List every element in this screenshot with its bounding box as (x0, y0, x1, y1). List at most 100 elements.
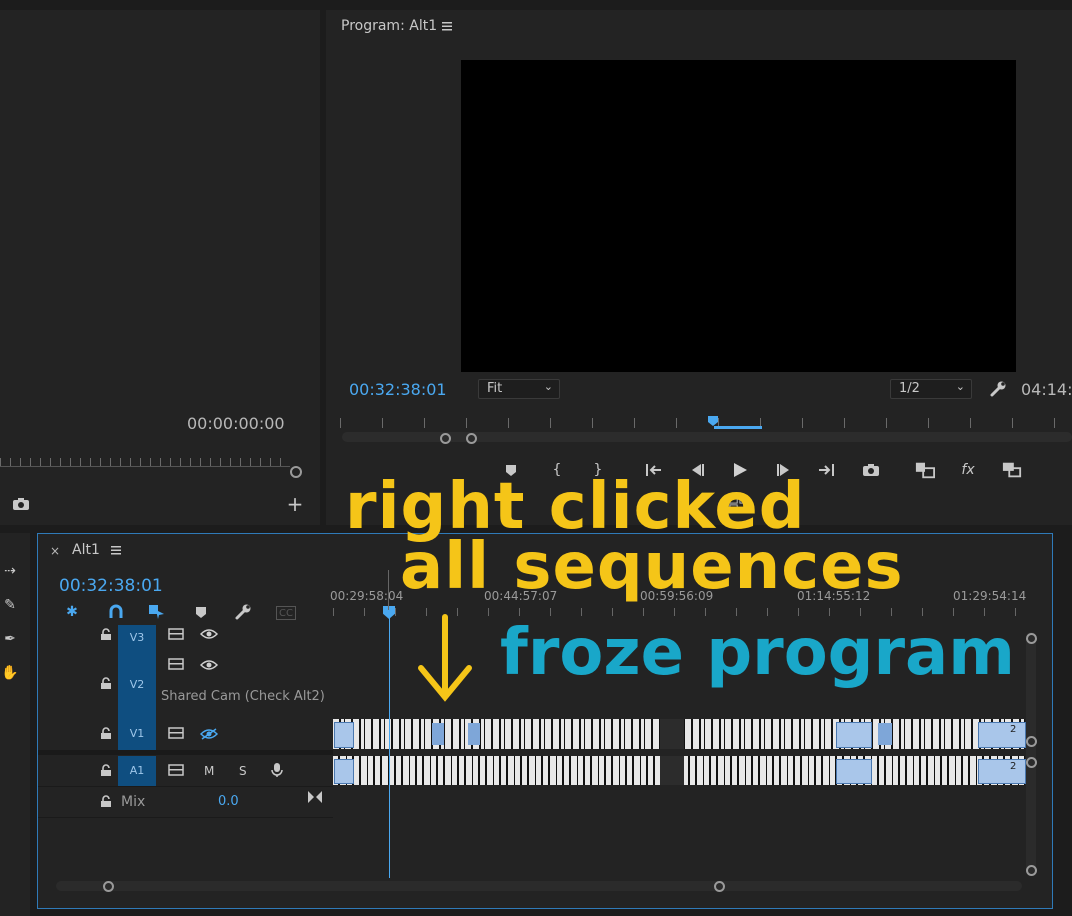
export-frame-icon[interactable] (11, 494, 31, 514)
sync-lock-icon[interactable] (168, 764, 184, 776)
sync-lock-icon[interactable] (168, 628, 184, 640)
program-zoom-handle-left[interactable] (440, 433, 451, 444)
v2-track-name: Shared Cam (Check Alt2) (161, 689, 325, 704)
add-button-icon[interactable]: + (285, 492, 305, 516)
v1-fx-clip[interactable] (836, 722, 872, 748)
track-v1-target[interactable]: V1 (118, 718, 156, 750)
panel-menu-icon[interactable] (442, 22, 452, 31)
clip-count-badge: 2 (1010, 761, 1017, 772)
nest-sequence-icon[interactable]: ✱ (62, 602, 82, 622)
a1-gap-1 (660, 756, 684, 785)
v1-clip[interactable] (468, 723, 480, 745)
annotation-all-sequences: all sequences (400, 530, 904, 604)
fx-icon[interactable]: fx (958, 460, 978, 480)
lock-icon[interactable] (100, 795, 112, 808)
annotation-froze-program: froze program (500, 616, 1015, 690)
horizontal-scrollbar[interactable] (56, 881, 1022, 891)
ruler-label-5: 01:29:54:14 (953, 589, 1027, 603)
lock-icon[interactable] (100, 677, 112, 690)
snap-icon[interactable] (106, 602, 126, 622)
linked-selection-icon[interactable] (147, 602, 167, 622)
v1-clip-selected[interactable] (334, 722, 354, 748)
panel-menu-icon[interactable] (111, 546, 121, 555)
v1-fx-clip-end[interactable] (978, 722, 1026, 748)
v1-clip[interactable] (878, 723, 892, 745)
pen-tool-icon[interactable]: ✒ (0, 629, 20, 649)
track-select-tool-icon[interactable]: ⇢ (0, 561, 20, 581)
ruler-label-1: 00:29:58:04 (330, 589, 404, 603)
sequence-tab[interactable]: Alt1 (72, 542, 100, 558)
track-v2-target[interactable]: V2 (118, 651, 156, 718)
track-v3-target[interactable]: V3 (118, 625, 156, 651)
source-ruler (0, 458, 290, 466)
program-monitor-title[interactable]: Program: Alt1 (341, 18, 437, 34)
a1-fx-clip[interactable] (836, 759, 872, 784)
scroll-handle[interactable] (1026, 757, 1037, 768)
horizontal-scroll-handle-right[interactable] (714, 881, 725, 892)
source-zoom-handle[interactable] (290, 466, 302, 478)
a1-clip-selected[interactable] (334, 759, 354, 784)
track-header-v1 (38, 718, 333, 751)
eye-icon[interactable] (200, 659, 218, 671)
lock-icon[interactable] (100, 727, 112, 740)
sync-lock-icon[interactable] (168, 727, 184, 739)
program-monitor-panel: Program: Alt1 00:32:38:01 Fit ⌄ 1/2 ⌄ 04:1… (326, 10, 1072, 525)
close-tab-icon[interactable]: × (50, 544, 60, 558)
scroll-handle[interactable] (1026, 633, 1037, 644)
lock-icon[interactable] (100, 764, 112, 777)
sync-lock-icon[interactable] (168, 658, 184, 670)
program-video-frame (461, 60, 1016, 372)
timeline-settings-icon[interactable] (233, 602, 253, 622)
mix-value[interactable]: 0.0 (218, 794, 239, 809)
captions-icon[interactable]: CC (276, 606, 296, 620)
program-ruler (340, 418, 1072, 428)
track-header-v2 (38, 651, 333, 719)
add-marker-icon[interactable] (191, 602, 211, 622)
timeline-in-marker (388, 570, 389, 610)
go-to-mix-icon[interactable] (307, 790, 323, 804)
track-header-v3 (38, 625, 333, 652)
eye-icon[interactable] (200, 628, 218, 640)
program-playhead-range (714, 426, 762, 429)
track-header-a1 (38, 756, 333, 787)
mix-label: Mix (121, 794, 146, 810)
hand-tool-icon[interactable]: ✋ (0, 663, 20, 683)
eye-hidden-icon[interactable] (200, 728, 218, 740)
track-a1-target[interactable]: A1 (118, 756, 156, 786)
a1-fx-clip-end[interactable] (978, 759, 1026, 784)
tools-panel: ⇢ ✎ ✒ ✋ (0, 533, 30, 916)
mute-button[interactable]: M (204, 764, 214, 778)
go-to-out-icon[interactable] (816, 460, 836, 480)
source-ruler-baseline (0, 466, 290, 467)
fit-dropdown[interactable]: Fit ⌄ (478, 379, 560, 399)
vertical-scrollbar[interactable] (1026, 632, 1036, 876)
timeline-playhead-line (389, 618, 390, 878)
solo-button[interactable]: S (239, 764, 247, 778)
scroll-handle[interactable] (1026, 865, 1037, 876)
fit-dropdown-label: Fit (487, 381, 503, 396)
microphone-icon[interactable] (271, 762, 283, 778)
arrow-down-icon (415, 613, 475, 703)
chevron-down-icon: ⌄ (543, 380, 553, 393)
chevron-down-icon: ⌄ (955, 380, 965, 393)
source-timecode: 00:00:00:00 (187, 414, 285, 433)
program-zoom-handle-right[interactable] (466, 433, 477, 444)
v1-clip[interactable] (432, 723, 444, 745)
ripple-edit-tool-icon[interactable]: ✎ (0, 595, 20, 615)
program-zoom-bar[interactable] (342, 432, 1072, 442)
settings-wrench-icon[interactable] (988, 379, 1008, 399)
multicam-icon[interactable] (1002, 460, 1022, 480)
program-timecode[interactable]: 00:32:38:01 (349, 380, 447, 399)
source-monitor-panel: 00:00:00:00 + (0, 10, 320, 525)
lock-icon[interactable] (100, 628, 112, 641)
horizontal-scroll-handle-left[interactable] (103, 881, 114, 892)
video-audio-divider (38, 751, 333, 755)
export-frame-icon[interactable] (861, 460, 881, 480)
program-duration: 04:14: (1021, 380, 1072, 399)
resolution-dropdown-label: 1/2 (899, 381, 920, 396)
timeline-timecode[interactable]: 00:32:38:01 (59, 576, 163, 596)
v1-gap-1 (660, 719, 684, 749)
scroll-handle[interactable] (1026, 736, 1037, 747)
comparison-view-icon[interactable] (915, 460, 935, 480)
resolution-dropdown[interactable]: 1/2 ⌄ (890, 379, 972, 399)
